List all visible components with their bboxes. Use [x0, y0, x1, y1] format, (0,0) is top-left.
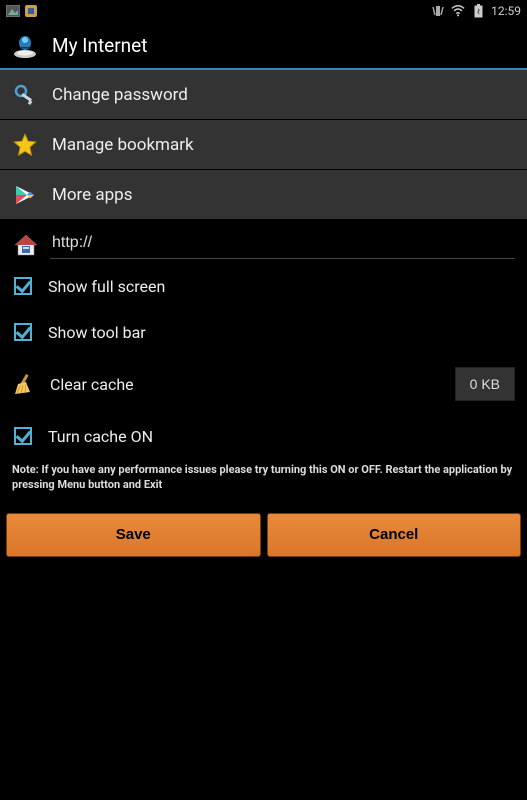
- cache-size-button[interactable]: 0 KB: [455, 367, 515, 401]
- app-icon: [24, 4, 38, 18]
- clear-cache-row: Clear cache 0 KB: [0, 355, 527, 413]
- menu-label: Manage bookmark: [52, 135, 194, 155]
- checkbox-icon: [14, 323, 32, 341]
- menu-more-apps[interactable]: More apps: [0, 170, 527, 220]
- checkbox-icon: [14, 277, 32, 295]
- gallery-icon: [6, 4, 20, 18]
- save-button[interactable]: Save: [6, 513, 261, 557]
- page-title: My Internet: [52, 34, 147, 57]
- home-icon: [12, 231, 40, 259]
- menu-manage-bookmark[interactable]: Manage bookmark: [0, 120, 527, 170]
- cancel-button[interactable]: Cancel: [267, 513, 522, 557]
- play-store-icon: [12, 182, 38, 208]
- menu-label: More apps: [52, 185, 132, 205]
- title-bar: My Internet: [0, 22, 527, 70]
- clear-cache-label: Clear cache: [50, 375, 134, 394]
- home-url-row: [0, 224, 527, 263]
- checkbox-icon: [14, 427, 32, 445]
- performance-note: Note: If you have any performance issues…: [0, 459, 527, 505]
- star-icon: [12, 132, 38, 158]
- status-bar: 12:59: [0, 0, 527, 22]
- option-label: Show tool bar: [48, 323, 146, 342]
- option-label: Show full screen: [48, 277, 165, 296]
- vibrate-icon: [431, 4, 445, 18]
- menu-label: Change password: [52, 85, 188, 105]
- menu-change-password[interactable]: Change password: [0, 70, 527, 120]
- app-logo-icon: [10, 31, 40, 59]
- option-show-tool-bar[interactable]: Show tool bar: [0, 309, 527, 355]
- battery-icon: [471, 4, 485, 18]
- wifi-icon: [451, 4, 465, 18]
- key-icon: [12, 82, 38, 108]
- option-turn-cache-on[interactable]: Turn cache ON: [0, 413, 527, 459]
- option-show-full-screen[interactable]: Show full screen: [0, 263, 527, 309]
- action-button-row: Save Cancel: [0, 505, 527, 565]
- broom-icon: [12, 372, 36, 396]
- option-label: Turn cache ON: [48, 427, 153, 446]
- home-url-input[interactable]: [50, 230, 515, 259]
- status-time: 12:59: [491, 4, 521, 18]
